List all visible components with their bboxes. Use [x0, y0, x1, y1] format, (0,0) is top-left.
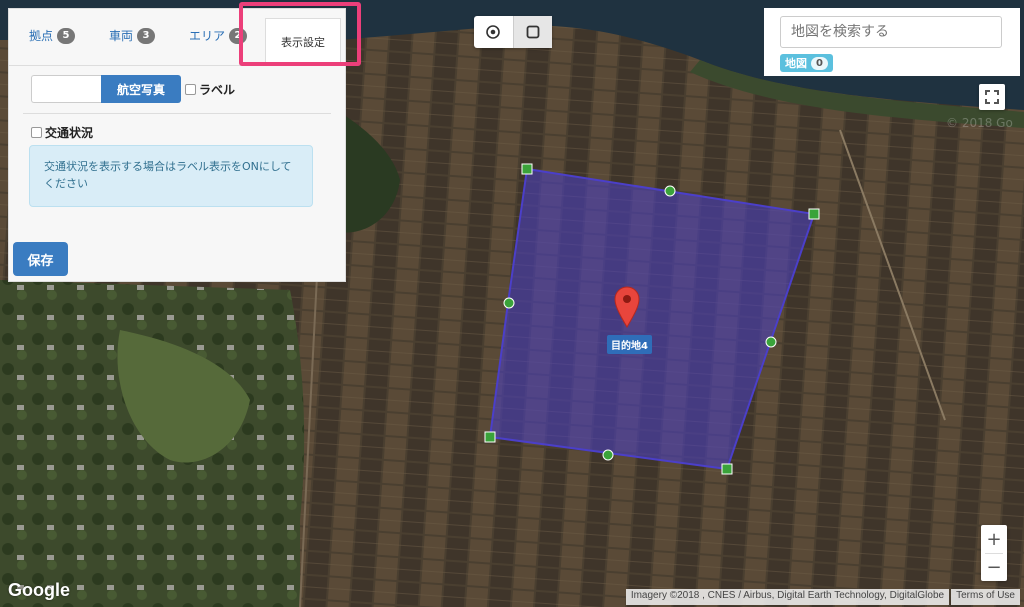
polygon-midpoint[interactable]	[602, 449, 614, 461]
terms-of-use-link[interactable]: Terms of Use	[951, 589, 1020, 605]
checkbox-box[interactable]	[31, 127, 42, 138]
map-type-row: 航空写真 ラベル	[31, 75, 235, 103]
marker-label: 目的地4	[607, 335, 652, 354]
map-attribution: Imagery ©2018 , CNES / Airbus, Digital E…	[625, 589, 1020, 605]
divider	[985, 553, 1003, 554]
tab-vehicles[interactable]: 車両 3	[109, 27, 156, 44]
info-alert: 交通状況を表示する場合はラベル表示をONにしてください	[29, 145, 313, 207]
polygon-vertex[interactable]	[808, 208, 820, 220]
target-icon	[486, 25, 501, 39]
fullscreen-button[interactable]	[979, 84, 1005, 110]
checkbox-label: ラベル	[199, 82, 236, 97]
fullscreen-icon	[985, 90, 999, 104]
google-logo: Google	[8, 580, 70, 600]
map-badge-label: 地図	[785, 57, 807, 70]
tab-label: 拠点	[29, 29, 54, 43]
search-panel: 地図 0	[764, 8, 1020, 76]
count-badge: 3	[137, 27, 156, 44]
polygon-midpoint[interactable]	[664, 185, 676, 197]
map-search-input[interactable]	[780, 16, 1002, 48]
polygon-vertex[interactable]	[721, 463, 733, 475]
map-type-roadmap-button[interactable]	[31, 75, 101, 103]
zoom-out-button[interactable]: −	[981, 553, 1007, 581]
traffic-checkbox[interactable]: 交通状況	[31, 124, 93, 141]
zoom-in-button[interactable]: +	[981, 525, 1007, 553]
square-icon	[526, 25, 540, 39]
divider	[23, 113, 331, 114]
highlight-box	[239, 2, 361, 66]
checkbox-box[interactable]	[185, 83, 196, 95]
marker-mode-button[interactable]	[474, 16, 513, 48]
map-watermark: © 2018 Go	[946, 116, 1013, 130]
polygon-midpoint[interactable]	[503, 297, 515, 309]
polygon-vertex[interactable]	[484, 431, 496, 443]
checkbox-label: 交通状況	[45, 126, 94, 140]
count-badge: 5	[57, 27, 76, 44]
drawing-mode-group	[474, 16, 552, 48]
tab-label: エリア	[189, 29, 226, 43]
imagery-attribution: Imagery ©2018 , CNES / Airbus, Digital E…	[625, 589, 950, 605]
tab-bases[interactable]: 拠点 5	[29, 27, 76, 44]
save-button[interactable]: 保存	[13, 242, 68, 276]
polygon-vertex[interactable]	[521, 163, 533, 175]
tab-label: 車両	[109, 29, 134, 43]
zoom-control: + −	[981, 525, 1007, 581]
polygon-mode-button[interactable]	[512, 16, 552, 48]
polygon-midpoint[interactable]	[765, 336, 777, 348]
map-badge-count: 0	[811, 56, 828, 70]
map-count-badge: 地図 0	[780, 54, 833, 72]
map-type-satellite-button[interactable]: 航空写真	[101, 75, 181, 103]
label-checkbox[interactable]: ラベル	[185, 81, 235, 98]
